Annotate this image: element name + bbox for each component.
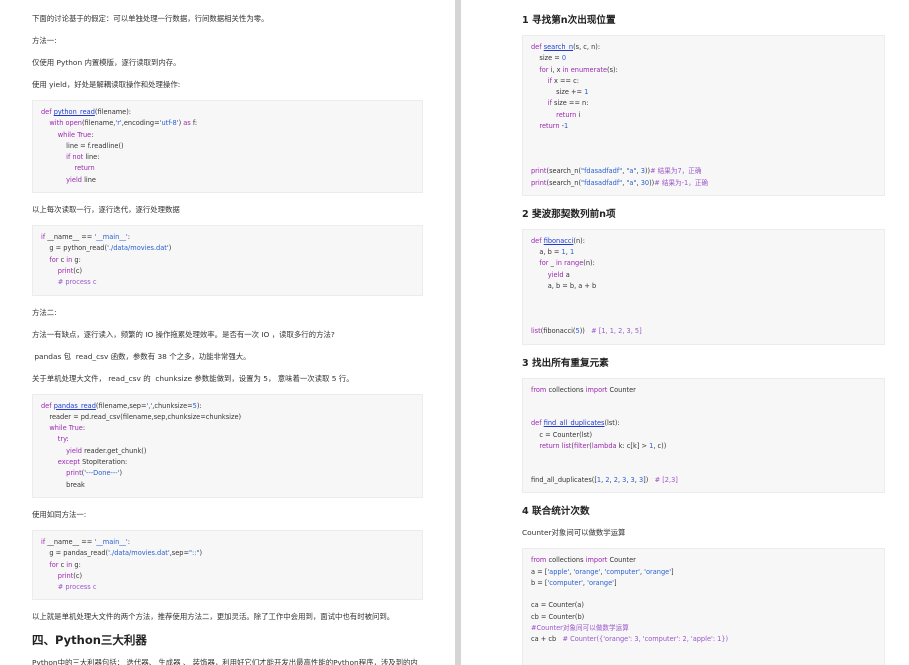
code-line: cb = Counter(b) [531,612,585,621]
right-page: 1 寻找第n次出现位置 def search_n(s, c, n): size … [461,0,909,665]
code-line: # process c [57,583,97,592]
code-block: def search_n(s, c, n): size = 0 for i, x… [522,35,885,196]
code-line: for _ in range(n): [539,259,595,268]
code-line: from collections import Counter [531,385,636,394]
section-heading: 3 找出所有重复元素 [522,357,609,369]
paragraph: Python中的三大利器包括： 迭代器、 生成器 、 装饰器，利用好它们才能开发… [32,658,418,665]
code-line: a, b = b, a + b [531,282,597,291]
section-heading: 1 寻找第n次出现位置 [522,15,616,26]
code-line: return i [556,110,581,119]
code-block: def pandas_read(filename,sep=',',chunksi… [32,393,423,498]
paragraph: 使用如同方法一: [32,509,87,519]
code-line: ca + cb # Counter({'orange': 3, 'compute… [531,635,729,644]
code-line: ​ [531,407,876,418]
paragraph: pandas 包 read_csv 函数，参数有 38 个之多，功能非常强大。 [32,351,251,361]
code-line: ​ [531,132,876,143]
code-line: ​ [531,464,876,475]
code-line: with open(filename,'r',encoding='utf-8')… [49,119,198,128]
code-line: ​ [531,315,876,326]
section-heading: 四、Python三大利器 [32,633,147,648]
code-line: size += 1 [531,88,589,97]
code-line: for c in g: [49,255,81,264]
paragraph: 方法一: [32,36,57,45]
code-line: if __name__ == '__main__': [41,233,130,242]
code-line: a = ['apple', 'orange', 'computer', 'ora… [531,567,674,576]
code-line: return list(filter(lambda k: c[k] > 1, c… [539,442,667,451]
code-line: while True: [49,424,86,433]
code-line: g = pandas_read('./data/movies.dat',sep=… [41,549,203,558]
code-line: if x == c: [547,76,580,85]
code-line: def python_read(filename): [41,108,132,116]
code-line: for c in g: [49,560,81,569]
code-line: g = python_read('./data/movies.dat') [41,244,172,253]
code-line: #Counter对象间可以做数学运算 [531,623,629,632]
code-line: size = 0 [531,54,567,63]
code-line: yield a [547,270,570,279]
code-line: break [41,480,85,489]
code-line: find_all_duplicates([1, 2, 2, 3, 3, 3]) … [531,475,678,484]
code-line: list(fibonacci(5)) # [1, 1, 2, 3, 5] [531,327,642,336]
paragraph: 关于单机处理大文件， read_csv 的 chunksize 参数能做到，设置… [32,373,354,383]
code-block: if __name__ == '__main__': g = python_re… [32,225,423,296]
code-line: print(search_n("fdasadfadf", "a", 3))# 结… [531,167,702,176]
code-line: def search_n(s, c, n): [531,43,601,51]
paragraph: 使用 yield，好处是解耦读取操作和处理操作: [32,80,181,89]
paragraph: 仅使用 Python 内置模版，逐行读取到内存。 [32,58,181,67]
code-line: ​ [531,292,876,303]
code-line: while True: [57,130,94,139]
code-line: def fibonacci(n): [531,236,585,245]
paragraph: Counter对象间可以做数学运算 [522,528,626,538]
code-line: try: [57,435,69,444]
code-line: ​ [531,304,876,315]
section-heading: 2 斐波那契数列前n项 [522,208,616,220]
code-line: # process c [57,278,97,287]
code-line: except StopIteration: [57,458,128,467]
code-line: ​ [531,452,876,463]
code-line: if not line: [66,153,100,162]
code-line: def pandas_read(filename,sep=',',chunksi… [41,401,202,410]
code-line: ca = Counter(a) [531,601,584,610]
code-block: if __name__ == '__main__': g = pandas_re… [32,529,423,601]
code-line: def find_all_duplicates(lst): [531,419,620,428]
code-line: ​ [531,646,876,657]
code-line: if __name__ == '__main__': [41,537,130,546]
code-line: print(search_n("fdasadfadf", "a", 30))# … [531,178,709,187]
paragraph: 以上每次读取一行，逐行迭代，逐行处理数据 [32,205,180,215]
code-line: ​ [531,589,876,600]
code-line: for i, x in enumerate(s): [539,65,618,74]
code-line: return -1 [539,122,569,131]
code-line: ​ [531,396,876,407]
code-line: return [74,164,95,173]
code-block: from collections import Counter​​def fin… [522,377,885,494]
code-line: yield line [66,175,96,184]
code-line: c = Counter(lst) [531,430,593,439]
code-line: print(c) [57,266,83,275]
paragraph: 方法二: [32,307,57,317]
code-line: b = ['computer', 'orange'] [531,578,617,587]
code-line: ​ [531,155,876,166]
paragraph: 方法一有缺点，逐行读入，频繁的 IO 操作拖累处理效率。是否有一次 IO ，读取… [32,329,335,339]
code-line: print('---Done---') [66,469,123,478]
code-line: line = f.readline() [41,141,124,150]
code-line: print(c) [57,571,83,580]
code-block: def python_read(filename): with open(fil… [32,100,423,194]
paragraph: 下面的讨论基于的假定：可以单独处理一行数据，行间数据相关性为零。 [32,14,269,23]
code-line: a, b = 1, 1 [531,248,575,257]
section-heading: 4 联合统计次数 [522,506,590,518]
code-line: yield reader.get_chunk() [66,446,147,455]
code-line: reader = pd.read_csv(filename,sep,chunks… [41,412,242,421]
left-page: 下面的讨论基于的假定：可以单独处理一行数据，行间数据相关性为零。 方法一: 仅使… [0,0,455,665]
code-line: ​ [531,144,876,155]
paragraph: 以上就是单机处理大文件的两个方法，推荐使用方法二，更加灵活。除了工作中会用到，面… [32,612,395,622]
code-block: from collections import Counter a = ['app… [522,548,885,665]
code-block: def fibonacci(n): a, b = 1, 1 for _ in r… [522,228,885,345]
code-line: from collections import Counter [531,556,636,565]
code-line: if size == n: [547,99,589,108]
code-line: ​ [531,657,876,665]
